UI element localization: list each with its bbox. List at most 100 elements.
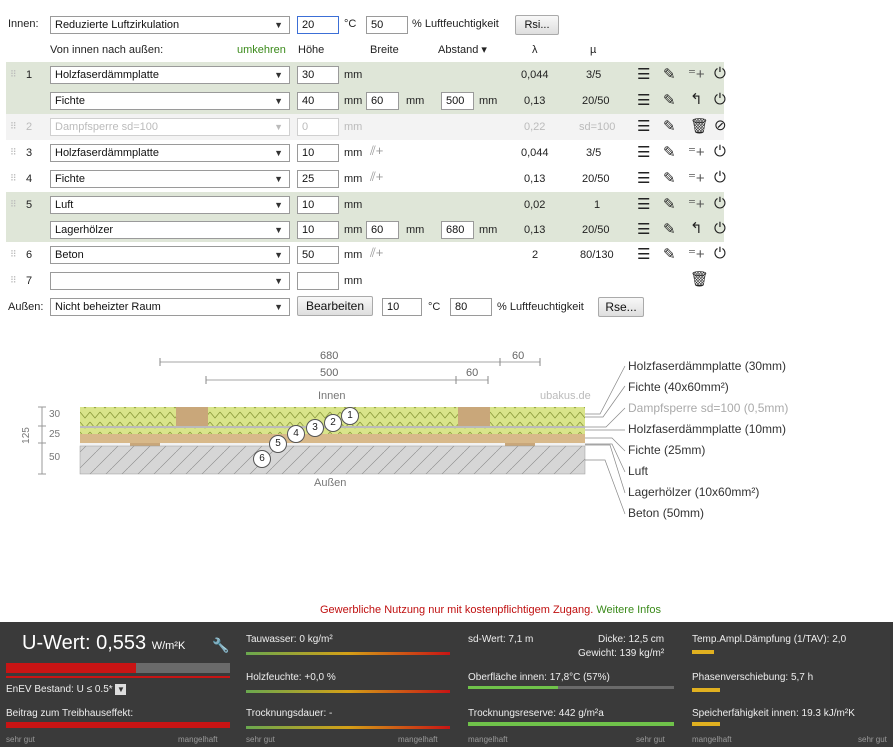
pencil-icon[interactable]: ✎ (663, 222, 676, 237)
unit-mm: mm (344, 275, 363, 287)
add-batten-icon[interactable]: ⫽+ (370, 143, 383, 158)
power-icon[interactable]: ⏻ (714, 196, 726, 211)
add-sublayer-icon[interactable]: ⁼+ (688, 171, 705, 186)
layer-height-input[interactable]: 10 (297, 196, 339, 214)
add-sublayer-icon[interactable]: ⁼+ (688, 247, 705, 262)
layer-width-input[interactable]: 60 (366, 92, 399, 110)
outside-climate-value: Nicht beheizter Raum (55, 301, 161, 313)
layer-material-select[interactable]: Dampfsperre sd=100 ▼ (50, 118, 290, 136)
layer-number: 2 (26, 121, 33, 133)
menu-icon[interactable]: ☰ (637, 145, 650, 160)
return-arrow-icon[interactable]: ↰ (690, 92, 703, 107)
layer-material-value: Holzfaserdämmplatte (55, 69, 159, 81)
menu-icon[interactable]: ☰ (637, 222, 650, 237)
trash-icon[interactable]: 🗑 (690, 272, 709, 287)
pencil-icon[interactable]: ✎ (663, 171, 676, 186)
inside-climate-select[interactable]: Reduzierte Luftzirkulation ▼ (50, 16, 290, 34)
chevron-down-icon: ▼ (274, 70, 283, 80)
layer-material-select[interactable]: Luft ▼ (50, 196, 290, 214)
layer-height-input[interactable]: 10 (297, 144, 339, 162)
reverse-link[interactable]: umkehren (237, 43, 286, 57)
pencil-icon[interactable]: ✎ (663, 145, 676, 160)
outside-climate-select[interactable]: Nicht beheizter Raum ▼ (50, 298, 290, 316)
left-scale-125: 125 (20, 427, 32, 444)
trash-icon[interactable]: 🗑 (690, 119, 709, 134)
speicherfaehigkeit: Speicherfähigkeit innen: 19.3 kJ/m²K (692, 708, 855, 719)
menu-icon[interactable]: ☰ (637, 119, 650, 134)
rsi-button[interactable]: Rsi... (515, 15, 559, 35)
power-icon[interactable]: ⏻ (714, 144, 726, 159)
layer-spacing-input[interactable]: 500 (441, 92, 474, 110)
pencil-icon[interactable]: ✎ (663, 119, 676, 134)
inside-temp-input[interactable]: 20 (297, 16, 339, 34)
power-icon[interactable]: ⏻ (714, 66, 726, 81)
layer-height-input[interactable]: 0 (297, 118, 339, 136)
dropdown-icon[interactable]: ▼ (115, 684, 127, 695)
more-info-link[interactable]: Weitere Infos (596, 604, 661, 616)
drag-handle-icon[interactable]: ⠿ (10, 275, 17, 286)
layer-material-select[interactable]: Holzfaserdämmplatte ▼ (50, 144, 290, 162)
wrench-icon[interactable]: 🔧 (212, 638, 229, 653)
layer-material-select[interactable]: Beton ▼ (50, 246, 290, 264)
pencil-icon[interactable]: ✎ (663, 93, 676, 108)
col-spacing-sort[interactable]: Abstand ▾ (438, 43, 487, 57)
layer-height-input[interactable]: 10 (297, 221, 339, 239)
layer-height-input[interactable]: 30 (297, 66, 339, 84)
layer-height-input[interactable] (297, 272, 339, 290)
treibhaus-bar (6, 722, 230, 728)
menu-icon[interactable]: ☰ (637, 67, 650, 82)
humidity-label: % Luftfeuchtigkeit (412, 18, 499, 30)
unit-mm: mm (344, 121, 363, 133)
layer-width-input[interactable]: 60 (366, 221, 399, 239)
drag-handle-icon[interactable]: ⠿ (10, 69, 17, 80)
layer-height-input[interactable]: 50 (297, 246, 339, 264)
outside-humidity-input[interactable]: 80 (450, 298, 492, 316)
layer-material-select[interactable]: ▼ (50, 272, 290, 290)
add-batten-icon[interactable]: ⫽+ (370, 245, 383, 260)
layer-material-value: Luft (55, 199, 74, 211)
layer-number: 1 (26, 69, 33, 81)
notice-text: Gewerbliche Nutzung nur mit kostenpflich… (320, 604, 594, 616)
pencil-icon[interactable]: ✎ (663, 197, 676, 212)
power-icon[interactable]: ⏻ (714, 246, 726, 261)
col-mu: µ (590, 44, 597, 56)
menu-icon[interactable]: ☰ (637, 197, 650, 212)
layer-lambda: 0,13 (524, 95, 546, 107)
disabled-circle-icon[interactable]: ⊘ (714, 118, 727, 133)
menu-icon[interactable]: ☰ (637, 93, 650, 108)
add-batten-icon[interactable]: ⫽+ (370, 169, 383, 184)
menu-icon[interactable]: ☰ (637, 247, 650, 262)
phasenverschiebung: Phasenverschiebung: 5,7 h (692, 672, 814, 683)
menu-icon[interactable]: ☰ (637, 171, 650, 186)
drag-handle-icon[interactable]: ⠿ (10, 121, 17, 132)
return-arrow-icon[interactable]: ↰ (690, 221, 703, 236)
add-sublayer-icon[interactable]: ⁼+ (688, 145, 705, 160)
scale-good: sehr gut (636, 735, 665, 744)
humidity-label: % Luftfeuchtigkeit (497, 301, 584, 313)
add-sublayer-icon[interactable]: ⁼+ (688, 67, 705, 82)
layer-height-input[interactable]: 25 (297, 170, 339, 188)
add-sublayer-icon[interactable]: ⁼+ (688, 197, 705, 212)
outside-temp-input[interactable]: 10 (382, 298, 422, 316)
results-panel: U-Wert: 0,553 W/m²K 🔧 EnEV Bestand: U ≤ … (0, 622, 893, 747)
rse-button[interactable]: Rse... (598, 297, 644, 317)
inside-humidity-input[interactable]: 50 (366, 16, 408, 34)
pencil-icon[interactable]: ✎ (663, 247, 676, 262)
layer-material-select[interactable]: Fichte ▼ (50, 170, 290, 188)
drag-handle-icon[interactable]: ⠿ (10, 147, 17, 158)
power-icon[interactable]: ⏻ (714, 170, 726, 185)
layer-spacing-input[interactable]: 680 (441, 221, 474, 239)
power-icon[interactable]: ⏻ (714, 221, 726, 236)
col-width: Breite (370, 44, 399, 56)
drag-handle-icon[interactable]: ⠿ (10, 199, 17, 210)
layer-material-select[interactable]: Fichte ▼ (50, 92, 290, 110)
drag-handle-icon[interactable]: ⠿ (10, 173, 17, 184)
power-icon[interactable]: ⏻ (714, 92, 726, 107)
layer-material-select[interactable]: Lagerhölzer ▼ (50, 221, 290, 239)
drag-handle-icon[interactable]: ⠿ (10, 249, 17, 260)
edit-button[interactable]: Bearbeiten (297, 296, 373, 316)
layer-height-input[interactable]: 40 (297, 92, 339, 110)
layer-material-select[interactable]: Holzfaserdämmplatte ▼ (50, 66, 290, 84)
pencil-icon[interactable]: ✎ (663, 67, 676, 82)
enev-text: EnEV Bestand: U ≤ 0.5* (6, 684, 113, 695)
